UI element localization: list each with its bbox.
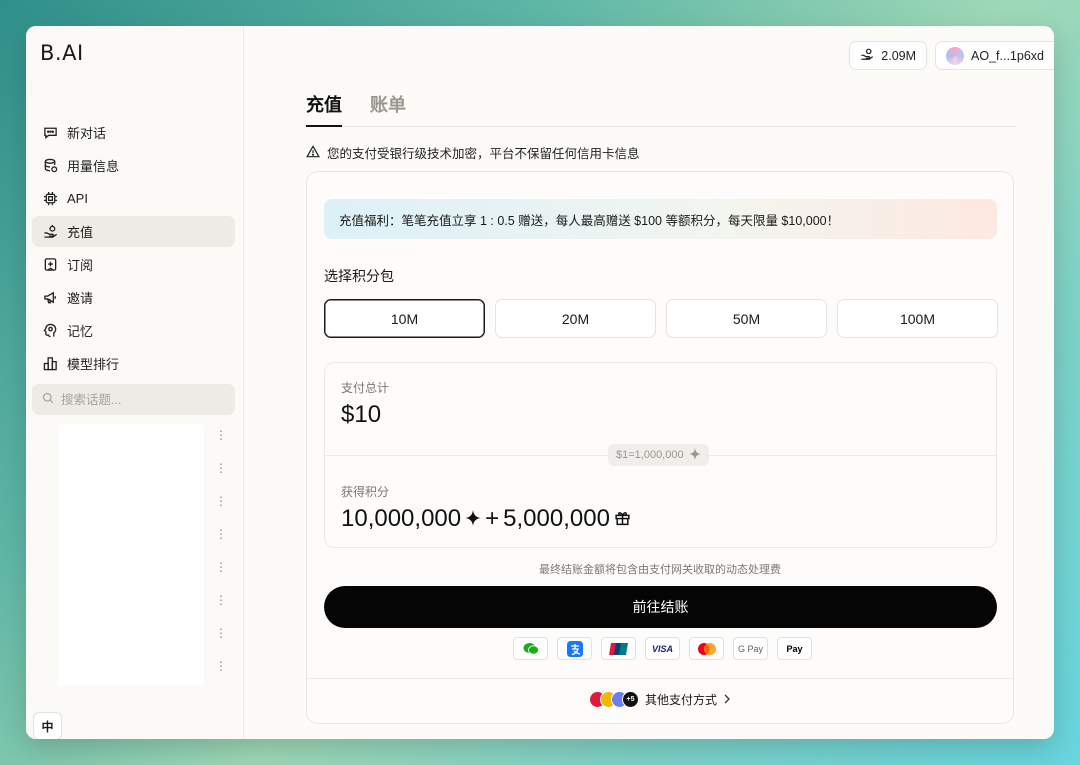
search-input[interactable] [61, 392, 221, 407]
checkout-button[interactable]: 前往结账 [324, 586, 997, 628]
payment-summary: 支付总计 $10 $1=1,000,000 获得积分 10,000,000 + … [324, 362, 997, 548]
avatar [946, 46, 965, 65]
account-name: AO_f...1p6xd [971, 48, 1044, 63]
sidebar: B.AI 新对话 用量信息 API 充值 订阅 邀请 记忆 模型排行 搜索话题.… [26, 26, 244, 739]
sidebar-nav: 新对话 用量信息 API 充值 订阅 邀请 记忆 模型排行 [32, 117, 235, 381]
chat-bubble-icon [43, 125, 58, 140]
google-pay-icon: G Pay [733, 637, 768, 660]
account-pill[interactable]: AO_f...1p6xd [935, 41, 1054, 70]
tab-bar: 充值 账单 [306, 89, 1016, 127]
card-divider [307, 678, 1013, 679]
more-options-icon[interactable]: ⋮ [214, 495, 228, 529]
other-payment-label: 其他支付方式 [644, 693, 717, 707]
topbar: 2.09M AO_f...1p6xd [849, 41, 1054, 70]
sidebar-item-label: API [67, 191, 88, 206]
visa-label: VISA [651, 643, 673, 654]
google-pay-label: G Pay [737, 643, 763, 654]
search-box [32, 384, 235, 415]
chip-icon [43, 191, 58, 206]
sidebar-item-label: 新对话 [67, 126, 107, 141]
total-label: 支付总计 [341, 381, 390, 395]
more-options-icon[interactable]: ⋮ [214, 594, 228, 628]
payment-bubbles: +5 [588, 691, 639, 708]
total-value: $10 [341, 401, 381, 429]
more-options-icon[interactable]: ⋮ [214, 627, 228, 661]
more-options-icon[interactable]: ⋮ [214, 429, 228, 463]
sidebar-item-label: 邀请 [67, 291, 94, 306]
sparkle-icon [688, 447, 701, 463]
visa-icon: VISA [645, 637, 680, 660]
sparkle-icon [465, 505, 482, 533]
hand-coin-icon [43, 224, 58, 239]
sidebar-item-label: 充值 [67, 225, 94, 240]
credits-pill[interactable]: 2.09M [849, 41, 928, 70]
main-content: 2.09M AO_f...1p6xd 充值 账单 您的支付受银行级技术加密，平台… [244, 26, 1054, 739]
sidebar-item-invite[interactable]: 邀请 [32, 282, 235, 313]
credits-label: 获得积分 [341, 485, 390, 499]
bookmark-plus-icon [43, 257, 58, 272]
more-options-icon[interactable]: ⋮ [214, 462, 228, 496]
sidebar-item-new-chat[interactable]: 新对话 [32, 117, 235, 148]
bar-chart-icon [43, 356, 58, 371]
package-option-20m[interactable]: 20M [495, 299, 656, 338]
hand-coin-icon [860, 47, 874, 64]
wechat-pay-icon [513, 637, 548, 660]
sidebar-item-label: 用量信息 [67, 159, 120, 174]
package-option-50m[interactable]: 50M [666, 299, 827, 338]
mastercard-icon [689, 637, 724, 660]
apple-pay-label: Pay [786, 643, 803, 654]
sidebar-item-api[interactable]: API [32, 183, 235, 214]
logo[interactable]: B.AI [40, 41, 84, 65]
more-options-icon[interactable]: ⋮ [214, 660, 228, 694]
sidebar-item-usage[interactable]: 用量信息 [32, 150, 235, 181]
brain-icon [43, 323, 58, 338]
more-options-icon[interactable]: ⋮ [214, 561, 228, 595]
alipay-icon [557, 637, 592, 660]
sidebar-item-label: 订阅 [67, 258, 94, 273]
tab-billing[interactable]: 账单 [370, 89, 406, 127]
credits-balance: 2.09M [881, 48, 917, 63]
credits-plus: + [485, 505, 500, 532]
package-options: 10M 20M 50M 100M [324, 299, 998, 338]
credits-base: 10,000,000 [341, 505, 462, 532]
exchange-rate-text: $1=1,000,000 [616, 449, 684, 461]
other-payment-methods-link[interactable]: +5 其他支付方式 [307, 691, 1013, 708]
gift-icon [614, 505, 631, 533]
megaphone-icon [43, 290, 58, 305]
package-option-10m[interactable]: 10M [324, 299, 485, 338]
sidebar-item-label: 模型排行 [67, 357, 120, 372]
tab-recharge[interactable]: 充值 [306, 89, 342, 127]
payment-methods: VISA G Pay Pay [513, 637, 812, 660]
database-icon [43, 158, 58, 173]
security-notice: 您的支付受银行级技术加密，平台不保留任何信用卡信息 [306, 143, 640, 162]
credits-value: 10,000,000 + 5,000,000 [341, 505, 631, 533]
app-window: B.AI 新对话 用量信息 API 充值 订阅 邀请 记忆 模型排行 搜索话题.… [26, 26, 1054, 739]
warning-icon [306, 144, 320, 161]
history-list [58, 424, 204, 686]
fee-note: 最终结账金额将包含由支付网关收取的动态处理费 [539, 564, 781, 576]
sidebar-item-label: 记忆 [67, 324, 94, 339]
exchange-rate-badge: $1=1,000,000 [608, 444, 709, 466]
sidebar-item-model-ranking[interactable]: 模型排行 [32, 348, 235, 379]
unionpay-icon [601, 637, 636, 660]
language-toggle-button[interactable]: 中 [33, 712, 62, 739]
more-payments-badge: +5 [621, 691, 639, 708]
recharge-card: 充值福利：笔笔充值立享 1 : 0.5 赠送，每人最高赠送 $100 等额积分，… [306, 171, 1014, 724]
sidebar-item-recharge[interactable]: 充值 [32, 216, 235, 247]
sidebar-item-memory[interactable]: 记忆 [32, 315, 235, 346]
search-icon [42, 391, 54, 409]
package-section-title: 选择积分包 [324, 268, 394, 284]
apple-pay-icon: Pay [777, 637, 812, 660]
logo-text: B.AI [40, 41, 84, 65]
package-option-100m[interactable]: 100M [837, 299, 998, 338]
security-notice-text: 您的支付受银行级技术加密，平台不保留任何信用卡信息 [327, 147, 640, 161]
promo-banner: 充值福利：笔笔充值立享 1 : 0.5 赠送，每人最高赠送 $100 等额积分，… [324, 199, 997, 239]
chevron-right-icon [723, 693, 731, 707]
credits-bonus: 5,000,000 [503, 505, 610, 532]
total-amount: $10 [341, 401, 382, 428]
history-menus: ⋮ ⋮ ⋮ ⋮ ⋮ ⋮ ⋮ ⋮ [214, 429, 228, 694]
more-options-icon[interactable]: ⋮ [214, 528, 228, 562]
sidebar-item-subscribe[interactable]: 订阅 [32, 249, 235, 280]
